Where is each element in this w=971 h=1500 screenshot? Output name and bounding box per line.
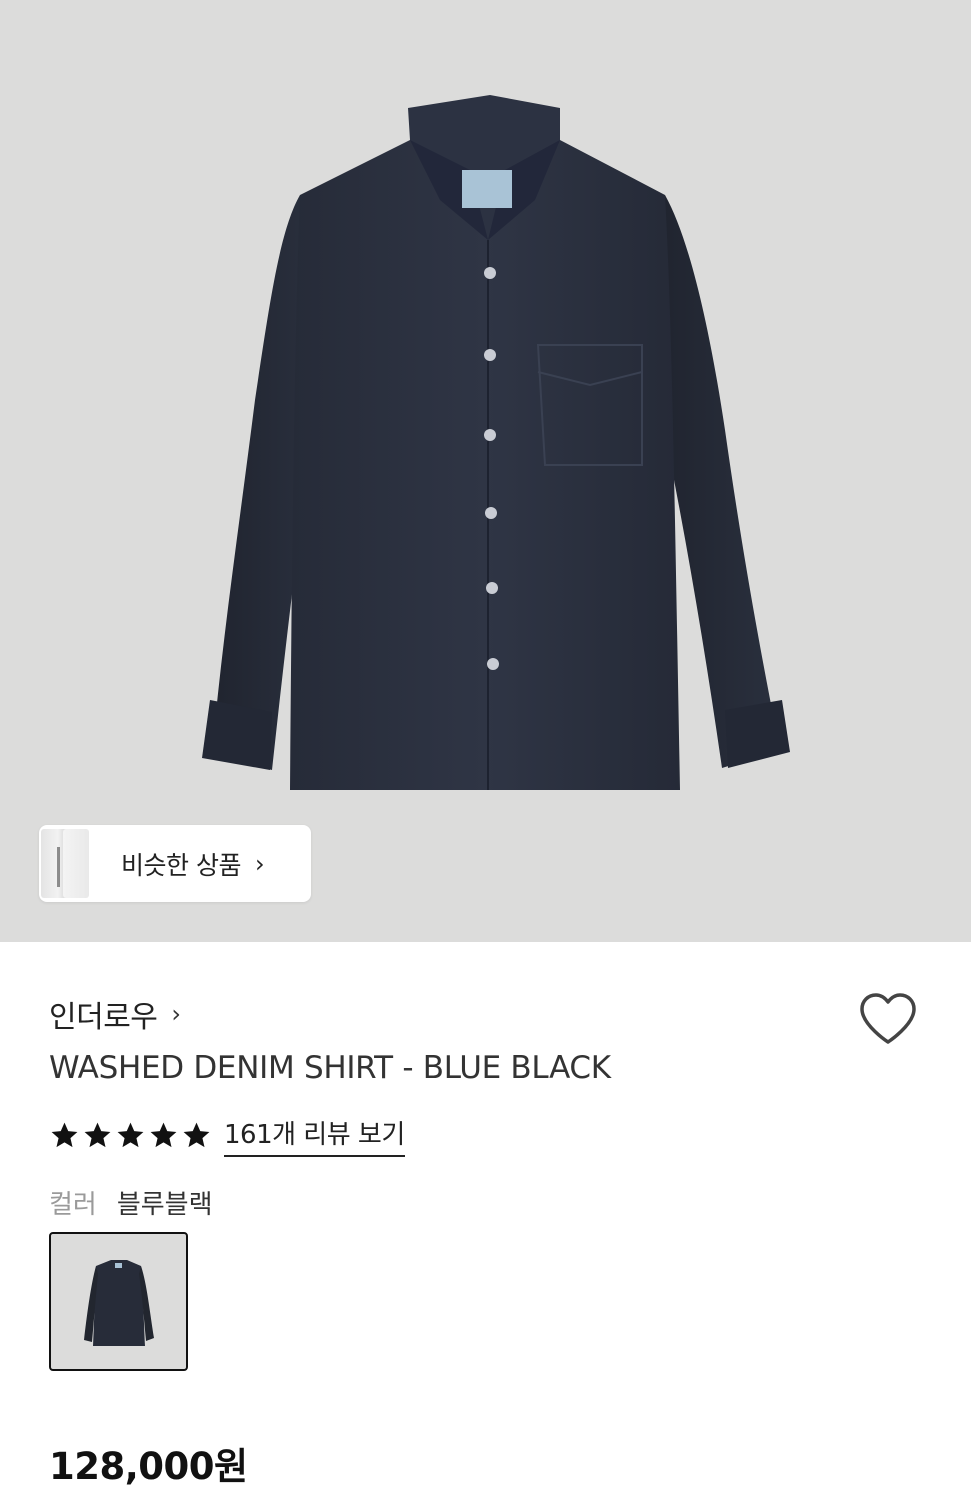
chevron-right-icon: ›: [171, 1000, 182, 1028]
brand-name: 인더로우: [49, 1000, 158, 1035]
similar-products-button[interactable]: 비슷한 상품 ›: [39, 825, 311, 902]
similar-products-label: 비슷한 상품: [121, 850, 241, 880]
swatch-shirt-image: [84, 1260, 154, 1346]
rating-stars: [49, 1120, 212, 1151]
chevron-right-icon: ›: [254, 849, 265, 878]
color-value: 블루블랙: [116, 1190, 213, 1220]
star-icon: [84, 1122, 111, 1148]
color-label: 컬러: [49, 1190, 97, 1220]
color-option-row: 컬러 블루블랙: [49, 1184, 213, 1221]
rating-row: 161개 리뷰 보기: [49, 1114, 405, 1157]
star-icon: [183, 1122, 210, 1148]
product-main-image: [202, 95, 790, 790]
brand-link[interactable]: 인더로우 ›: [49, 992, 181, 1036]
product-detail-page: 비슷한 상품 › 인더로우 › WASHED DENIM SHIRT - BLU…: [0, 0, 971, 1500]
review-link[interactable]: 161개 리뷰 보기: [224, 1114, 405, 1157]
product-title: WASHED DENIM SHIRT - BLUE BLACK: [49, 1050, 611, 1086]
color-swatch-selected[interactable]: [49, 1232, 188, 1371]
star-icon: [150, 1122, 177, 1148]
product-image-area[interactable]: 비슷한 상품 ›: [0, 0, 971, 942]
product-price: 128,000원: [49, 1445, 248, 1488]
heart-outline-icon[interactable]: [858, 992, 918, 1046]
similar-products-thumbnails: [39, 825, 89, 902]
star-icon: [117, 1122, 144, 1148]
star-icon: [51, 1122, 78, 1148]
